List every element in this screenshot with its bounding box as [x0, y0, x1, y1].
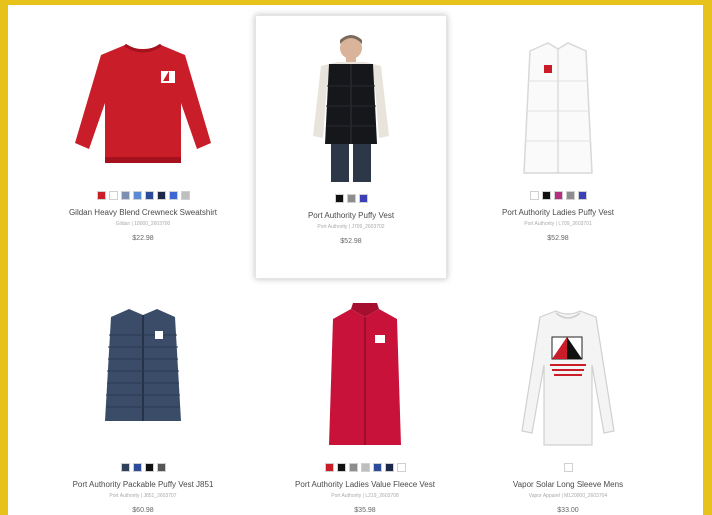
color-swatch[interactable] [529, 191, 539, 200]
color-swatches [463, 191, 653, 200]
product-grid: Gildan Heavy Blend Crewneck Sweatshirt G… [8, 5, 703, 515]
product-price: $22.98 [132, 235, 154, 242]
color-swatch[interactable] [156, 191, 166, 200]
color-swatch[interactable] [372, 463, 382, 472]
red-sweatshirt-icon[interactable] [63, 23, 223, 183]
product-card[interactable]: Port Authority Ladies Puffy Vest Port Au… [463, 13, 653, 263]
product-grid-frame: Gildan Heavy Blend Crewneck Sweatshirt G… [8, 5, 703, 515]
color-swatch[interactable] [108, 191, 118, 200]
product-name[interactable]: Vapor Solar Long Sleeve Mens [485, 479, 651, 490]
color-swatch[interactable] [541, 191, 551, 200]
color-swatches [48, 191, 238, 200]
product-name[interactable]: Port Authority Packable Puffy Vest J851 [60, 479, 226, 490]
product-price: $60.98 [132, 507, 154, 514]
product-card[interactable]: Gildan Heavy Blend Crewneck Sweatshirt G… [48, 13, 238, 263]
product-sku: Port Authority | J851_2603707 [109, 493, 177, 499]
product-name[interactable]: Port Authority Puffy Vest [268, 210, 434, 221]
color-swatch[interactable] [396, 463, 406, 472]
product-name[interactable]: Port Authority Ladies Value Fleece Vest [282, 479, 448, 490]
product-card[interactable]: Port Authority Ladies Value Fleece Vest … [270, 285, 460, 515]
color-swatch[interactable] [334, 194, 344, 203]
color-swatch[interactable] [180, 191, 190, 200]
color-swatch[interactable] [577, 191, 587, 200]
product-name[interactable]: Port Authority Ladies Puffy Vest [475, 207, 641, 218]
color-swatch[interactable] [324, 463, 334, 472]
color-swatch[interactable] [553, 191, 563, 200]
color-swatch[interactable] [144, 463, 154, 472]
product-card[interactable]: Port Authority Packable Puffy Vest J851 … [48, 285, 238, 515]
color-swatches [473, 463, 663, 472]
product-price: $33.00 [557, 507, 579, 514]
color-swatch[interactable] [360, 463, 370, 472]
color-swatch[interactable] [132, 463, 142, 472]
product-card[interactable]: Port Authority Puffy Vest Port Authority… [255, 15, 447, 279]
color-swatch[interactable] [563, 463, 573, 472]
color-swatch[interactable] [565, 191, 575, 200]
product-price: $52.98 [340, 238, 362, 245]
product-sku: Port Authority | L709_2603701 [524, 221, 592, 227]
product-name[interactable]: Gildan Heavy Blend Crewneck Sweatshirt [60, 207, 226, 218]
color-swatch[interactable] [156, 463, 166, 472]
product-sku: Vapor Apparel | M120000_2603704 [528, 493, 608, 499]
product-price: $52.98 [547, 235, 569, 242]
color-swatch[interactable] [120, 191, 130, 200]
color-swatch[interactable] [384, 463, 394, 472]
red-fleece-vest-icon[interactable] [285, 295, 445, 455]
white-puffy-vest-icon[interactable] [478, 23, 638, 183]
color-swatch[interactable] [336, 463, 346, 472]
color-swatch[interactable] [144, 191, 154, 200]
product-sku: Port Authority | J709_2603702 [317, 224, 385, 230]
color-swatches [256, 194, 446, 203]
white-long-sleeve-icon[interactable] [488, 295, 648, 455]
color-swatch[interactable] [96, 191, 106, 200]
color-swatches [270, 463, 460, 472]
product-card[interactable]: Vapor Solar Long Sleeve Mens Vapor Appar… [473, 285, 663, 515]
color-swatch[interactable] [132, 191, 142, 200]
product-sku: Port Authority | L219_2603708 [331, 493, 399, 499]
color-swatch[interactable] [168, 191, 178, 200]
product-price: $35.98 [354, 507, 376, 514]
man-puffy-vest-icon[interactable] [271, 26, 431, 186]
color-swatches [48, 463, 238, 472]
navy-packable-vest-icon[interactable] [63, 295, 223, 455]
color-swatch[interactable] [346, 194, 356, 203]
product-sku: Gildan | 18000_2603700 [115, 221, 171, 227]
color-swatch[interactable] [348, 463, 358, 472]
color-swatch[interactable] [358, 194, 368, 203]
color-swatch[interactable] [120, 463, 130, 472]
